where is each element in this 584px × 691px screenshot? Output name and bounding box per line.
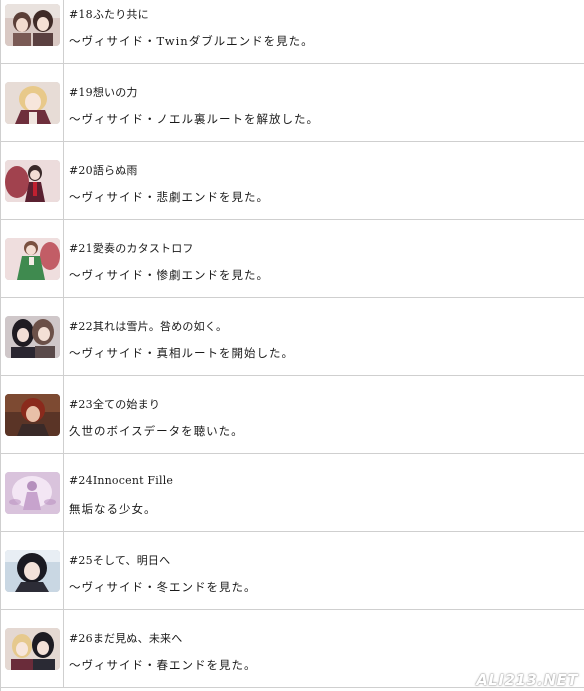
- achievement-desc: ～ヴィサイド・惨劇エンドを見た。: [69, 268, 269, 282]
- list-item: #24Innocent Fille 無垢なる少女。: [1, 454, 584, 532]
- achievement-title: #19想いの力: [69, 86, 138, 99]
- list-item: #19想いの力 ～ヴィサイド・ノエル裏ルートを解放した。: [1, 64, 584, 142]
- achievement-title: #26まだ見ぬ、未来へ: [69, 632, 183, 645]
- thumbnail-cell: [1, 532, 64, 609]
- thumbnail-cell: [1, 64, 64, 141]
- achievement-desc: ～ヴィサイド・冬エンドを見た。: [69, 580, 257, 594]
- black-haired-girl-icon: [5, 550, 60, 592]
- achievement-desc: ～ヴィサイド・ノエル裏ルートを解放した。: [69, 112, 319, 126]
- blonde-girl-portrait-icon: [5, 82, 60, 124]
- achievement-desc: ～ヴィサイド・Twinダブルエンドを見た。: [69, 34, 314, 48]
- thumbnail-cell: [1, 0, 64, 63]
- red-haired-boy-icon: [5, 394, 60, 436]
- achievement-desc: ～ヴィサイド・真相ルートを開始した。: [69, 346, 294, 360]
- site-watermark: ALI213.NET: [476, 671, 578, 689]
- thumbnail-cell: [1, 610, 64, 687]
- girl-green-dress-icon: [5, 238, 60, 280]
- girl-in-blood-rain-icon: [5, 160, 60, 202]
- achievement-title: #25そして、明日へ: [69, 554, 171, 567]
- list-item: #21愛奏のカタストロフ ～ヴィサイド・惨劇エンドを見た。: [1, 220, 584, 298]
- achievement-desc: ～ヴィサイド・春エンドを見た。: [69, 658, 257, 672]
- achievement-title: #22其れは雪片。咎めの如く。: [69, 320, 228, 333]
- achievement-desc: ～ヴィサイド・悲劇エンドを見た。: [69, 190, 269, 204]
- achievement-title: #20語らぬ雨: [69, 164, 138, 177]
- pink-light-silhouette-icon: [5, 472, 60, 514]
- list-item: #20語らぬ雨 ～ヴィサイド・悲劇エンドを見た。: [1, 142, 584, 220]
- thumbnail-cell: [1, 454, 64, 531]
- achievement-title: #23全ての始まり: [69, 398, 161, 411]
- two-girls-portrait-icon: [5, 4, 60, 46]
- achievement-title: #21愛奏のカタストロフ: [69, 242, 194, 255]
- achievement-desc: 久世のボイスデータを聴いた。: [69, 424, 244, 438]
- thumbnail-cell: [1, 376, 64, 453]
- thumbnail-cell: [1, 298, 64, 375]
- achievement-title: #24Innocent Fille: [69, 474, 174, 487]
- two-girls-dark-icon: [5, 316, 60, 358]
- list-item: #23全ての始まり 久世のボイスデータを聴いた。: [1, 376, 584, 454]
- thumbnail-cell: [1, 142, 64, 219]
- list-item: #25そして、明日へ ～ヴィサイド・冬エンドを見た。: [1, 532, 584, 610]
- achievement-table: #18ふたり共に ～ヴィサイド・Twinダブルエンドを見た。 #19想いの力 ～…: [0, 0, 584, 691]
- list-item: #18ふたり共に ～ヴィサイド・Twinダブルエンドを見た。: [1, 0, 584, 64]
- achievement-desc: 無垢なる少女。: [69, 502, 157, 516]
- achievement-title: #18ふたり共に: [69, 8, 149, 21]
- list-item: #22其れは雪片。咎めの如く。 ～ヴィサイド・真相ルートを開始した。: [1, 298, 584, 376]
- thumbnail-cell: [1, 220, 64, 297]
- two-girls-spring-icon: [5, 628, 60, 670]
